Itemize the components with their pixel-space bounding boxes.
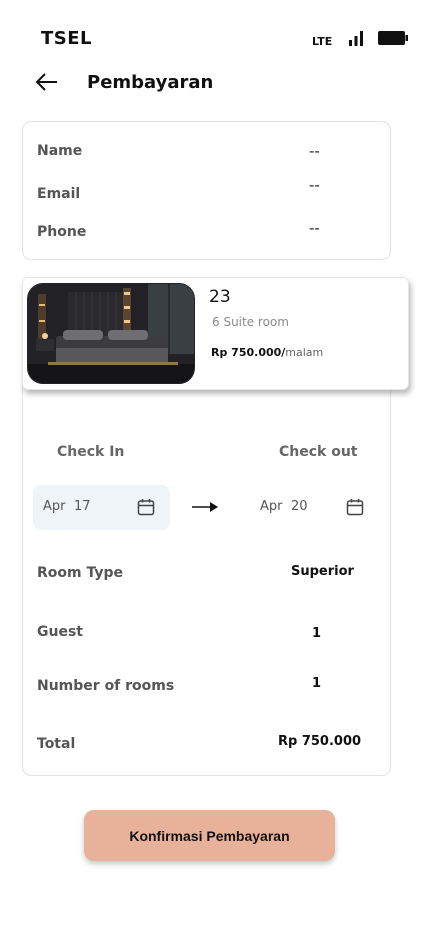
rooms-count-value: 1 — [312, 676, 322, 691]
back-arrow-icon[interactable] — [34, 72, 58, 92]
checkin-day: 17 — [74, 499, 91, 514]
calendar-icon[interactable] — [346, 498, 364, 516]
arrow-right-icon — [192, 502, 218, 512]
calendar-icon[interactable] — [137, 498, 155, 516]
checkin-label: Check In — [57, 444, 125, 460]
phone-value: -- — [309, 219, 320, 237]
confirm-payment-button[interactable]: Konfirmasi Pembayaran — [84, 810, 335, 861]
room-number: 23 — [209, 287, 231, 307]
guest-value: 1 — [312, 626, 322, 641]
signal-icon — [349, 31, 363, 46]
checkin-month: Apr — [43, 499, 66, 514]
checkout-month: Apr — [260, 499, 283, 514]
name-label: Name — [37, 143, 83, 159]
total-label: Total — [37, 736, 76, 752]
checkout-day: 20 — [291, 499, 308, 514]
rooms-count-label: Number of rooms — [37, 678, 175, 694]
phone-label: Phone — [37, 224, 87, 240]
total-value: Rp 750.000 — [278, 734, 362, 749]
room-price: Rp 750.000/malam — [211, 346, 323, 359]
email-label: Email — [37, 186, 81, 202]
carrier-name: TSEL — [41, 28, 93, 49]
battery-icon — [378, 31, 408, 45]
room-image — [27, 283, 195, 384]
room-price-amount: Rp 750.000/ — [211, 346, 286, 359]
network-type: LTE — [312, 35, 333, 48]
room-price-unit: malam — [285, 346, 324, 359]
room-type-value: Superior — [291, 564, 354, 579]
email-value: -- — [309, 176, 320, 194]
guest-label: Guest — [37, 624, 83, 640]
room-type-label: Room Type — [37, 565, 124, 581]
name-value: -- — [309, 142, 320, 160]
room-name: 6 Suite room — [212, 315, 289, 329]
checkout-label: Check out — [279, 444, 358, 460]
page-title: Pembayaran — [87, 72, 214, 93]
